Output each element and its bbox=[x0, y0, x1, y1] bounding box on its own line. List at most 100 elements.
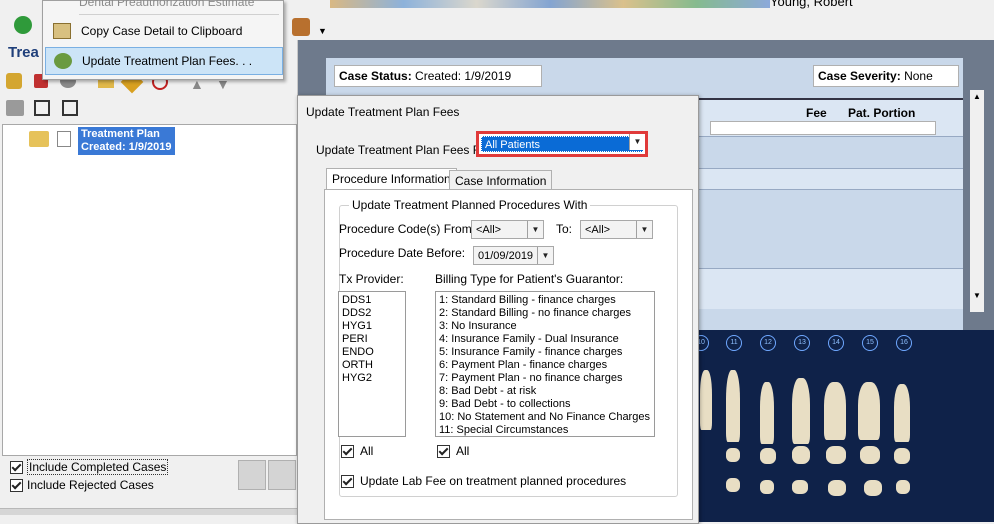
checkbox-icon[interactable] bbox=[437, 445, 450, 459]
list-item[interactable]: 5: Insurance Family - finance charges bbox=[439, 346, 651, 359]
billing-type-list[interactable]: 1: Standard Billing - finance charges 2:… bbox=[435, 291, 655, 437]
grid-row[interactable] bbox=[710, 121, 936, 135]
tooth-number[interactable]: 15 bbox=[862, 335, 878, 351]
grid-view-icon[interactable] bbox=[62, 100, 78, 116]
case-tree[interactable]: Treatment Plan Created: 1/9/2019 bbox=[2, 124, 297, 456]
tooth[interactable] bbox=[792, 378, 810, 444]
menu-item-update-fees[interactable]: Update Treatment Plan Fees. . . bbox=[45, 47, 283, 75]
tooth[interactable] bbox=[828, 480, 846, 496]
tree-node-treatment-plan[interactable]: Treatment Plan Created: 1/9/2019 bbox=[78, 127, 175, 155]
nav-button[interactable] bbox=[268, 460, 296, 490]
tab-case-information[interactable]: Case Information bbox=[449, 170, 553, 191]
list-item[interactable]: 2: Standard Billing - no finance charges bbox=[439, 307, 651, 320]
list-item[interactable]: 9: Bad Debt - to collections bbox=[439, 398, 651, 411]
menu-item-label: Update Treatment Plan Fees. . . bbox=[82, 54, 253, 68]
tooth[interactable] bbox=[894, 448, 910, 464]
update-lab-fee-label: Update Lab Fee on treatment planned proc… bbox=[360, 474, 627, 488]
fees-for-label: Update Treatment Plan Fees For bbox=[316, 143, 491, 157]
code-to-label: To: bbox=[556, 222, 573, 236]
dialog-title: Update Treatment Plan Fees bbox=[306, 105, 460, 119]
chevron-down-icon[interactable]: ▼ bbox=[318, 26, 327, 36]
tooth[interactable] bbox=[792, 480, 808, 494]
provider-all-checkbox[interactable]: All bbox=[341, 444, 374, 459]
tooth[interactable] bbox=[726, 448, 740, 462]
tooth[interactable] bbox=[792, 446, 810, 464]
case-severity: Case Severity: None bbox=[813, 65, 959, 87]
checkbox-icon[interactable] bbox=[10, 479, 23, 493]
tx-provider-list[interactable]: DDS1 DDS2 HYG1 PERI ENDO ORTH HYG2 bbox=[338, 291, 406, 437]
tooth-number[interactable]: 13 bbox=[794, 335, 810, 351]
checkbox-icon[interactable] bbox=[341, 445, 354, 459]
tooth[interactable] bbox=[860, 446, 880, 464]
toolbar-icon[interactable] bbox=[292, 18, 310, 36]
list-item[interactable]: 6: Payment Plan - finance charges bbox=[439, 359, 651, 372]
list-item[interactable]: 10: No Statement and No Finance Charges bbox=[439, 411, 651, 424]
case-status-value: Created: 1/9/2019 bbox=[415, 69, 512, 83]
group-title: Update Treatment Planned Procedures With bbox=[349, 198, 591, 212]
tooth-number[interactable]: 11 bbox=[726, 335, 742, 351]
include-rejected-checkbox[interactable]: Include Rejected Cases bbox=[10, 478, 154, 493]
procedure-information-panel: Update Treatment Planned Procedures With… bbox=[324, 189, 693, 520]
date-before-label: Procedure Date Before: bbox=[339, 246, 466, 260]
tab-procedure-information[interactable]: Procedure Information bbox=[326, 168, 457, 191]
include-rejected-label: Include Rejected Cases bbox=[27, 478, 154, 492]
tooth[interactable] bbox=[760, 480, 774, 494]
chevron-down-icon[interactable]: ▼ bbox=[537, 247, 553, 264]
list-item[interactable]: 3: No Insurance bbox=[439, 320, 651, 333]
fees-for-select[interactable]: All Patients ▼ bbox=[476, 131, 648, 157]
tooth[interactable] bbox=[760, 448, 776, 464]
case-severity-label: Case Severity: bbox=[818, 69, 901, 83]
menu-item-copy-case-detail[interactable]: Copy Case Detail to Clipboard bbox=[45, 18, 281, 44]
list-item[interactable]: 1: Standard Billing - finance charges bbox=[439, 294, 651, 307]
print-icon[interactable] bbox=[6, 100, 24, 116]
chevron-down-icon[interactable]: ▼ bbox=[629, 134, 645, 150]
tooth[interactable] bbox=[894, 384, 910, 442]
vertical-scrollbar[interactable]: ▲ ▼ bbox=[970, 90, 984, 312]
list-item[interactable]: ORTH bbox=[342, 359, 402, 372]
billing-all-checkbox[interactable]: All bbox=[437, 444, 469, 459]
list-item[interactable]: ENDO bbox=[342, 346, 402, 359]
list-item[interactable]: PERI bbox=[342, 333, 402, 346]
list-item[interactable]: HYG1 bbox=[342, 320, 402, 333]
tooth[interactable] bbox=[700, 370, 712, 430]
tooth[interactable] bbox=[858, 382, 880, 440]
tooth-number[interactable]: 14 bbox=[828, 335, 844, 351]
list-icon[interactable] bbox=[34, 100, 50, 116]
list-item[interactable]: 7: Payment Plan - no finance charges bbox=[439, 372, 651, 385]
chevron-down-icon[interactable]: ▼ bbox=[636, 221, 652, 238]
tooth[interactable] bbox=[726, 370, 740, 442]
tooth[interactable] bbox=[760, 382, 774, 444]
tooth[interactable] bbox=[826, 446, 846, 464]
tooth[interactable] bbox=[726, 478, 740, 492]
list-item[interactable]: DDS1 bbox=[342, 294, 402, 307]
include-completed-checkbox[interactable]: Include Completed Cases bbox=[10, 459, 169, 475]
code-to-select[interactable]: <All> ▼ bbox=[580, 220, 653, 239]
checkbox-icon[interactable] bbox=[10, 461, 23, 475]
date-before-picker[interactable]: 01/09/2019 ▼ bbox=[473, 246, 554, 265]
checkbox-icon[interactable] bbox=[341, 475, 354, 489]
menu-item-label: Copy Case Detail to Clipboard bbox=[81, 24, 243, 38]
update-lab-fee-checkbox[interactable]: Update Lab Fee on treatment planned proc… bbox=[341, 474, 627, 489]
list-item[interactable]: 8: Bad Debt - at risk bbox=[439, 385, 651, 398]
list-item[interactable]: HYG2 bbox=[342, 372, 402, 385]
tooth-number[interactable]: 16 bbox=[896, 335, 912, 351]
tooth[interactable] bbox=[896, 480, 910, 494]
code-from-select[interactable]: <All> ▼ bbox=[471, 220, 544, 239]
tooth[interactable] bbox=[864, 480, 882, 496]
list-item[interactable]: 11: Special Circumstances bbox=[439, 424, 651, 436]
toolbar-icon-row[interactable] bbox=[330, 0, 770, 8]
code-from-value: <All> bbox=[476, 224, 502, 236]
list-item[interactable]: 4: Insurance Family - Dual Insurance bbox=[439, 333, 651, 346]
menu-item-preauthorization[interactable]: Dental Preauthorization Estimate bbox=[79, 0, 254, 9]
case-status: Case Status: Created: 1/9/2019 bbox=[334, 65, 542, 87]
tooth-number[interactable]: 12 bbox=[760, 335, 776, 351]
list-item[interactable]: DDS2 bbox=[342, 307, 402, 320]
panel-splitter[interactable] bbox=[0, 508, 297, 515]
nav-button[interactable] bbox=[238, 460, 266, 490]
tooth[interactable] bbox=[824, 382, 846, 440]
new-plan-icon[interactable] bbox=[6, 73, 22, 89]
chevron-down-icon[interactable]: ▼ bbox=[527, 221, 543, 238]
refresh-icon[interactable] bbox=[14, 16, 32, 34]
provider-all-label: All bbox=[360, 444, 374, 458]
folder-icon bbox=[29, 131, 49, 147]
